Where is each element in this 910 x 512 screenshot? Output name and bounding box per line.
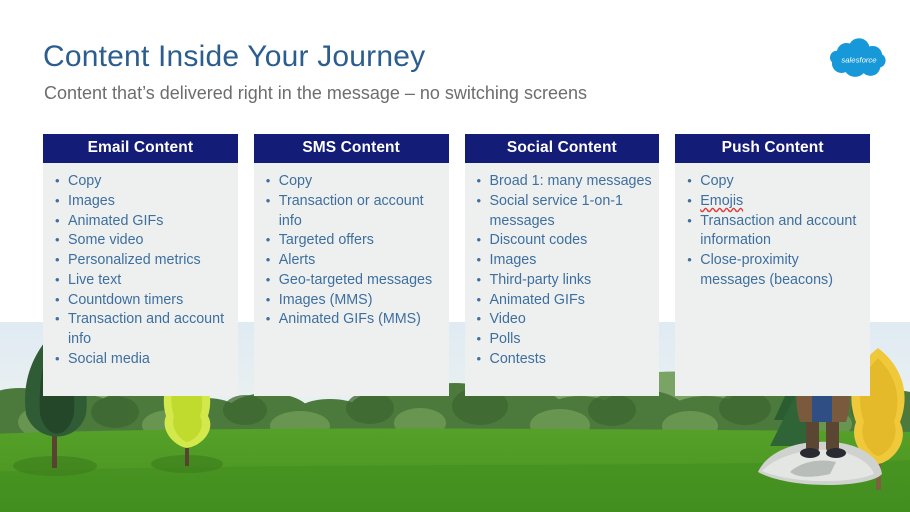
list-item: Countdown timers: [49, 291, 232, 311]
column-header-push: Push Content: [675, 134, 870, 164]
list-item-misspelled: Emojis: [681, 192, 864, 212]
bullet-list-push: Copy Emojis Transaction and account info…: [681, 172, 864, 290]
list-item: Images (MMS): [260, 291, 443, 311]
column-header-social: Social Content: [464, 134, 660, 164]
list-item: Contests: [471, 350, 654, 370]
list-item: Animated GIFs: [49, 212, 232, 232]
slide-canvas: Content Inside Your Journey Content that…: [0, 0, 910, 512]
list-item: Animated GIFs: [471, 291, 654, 311]
salesforce-wordmark: salesforce: [841, 55, 876, 64]
column-social: Social Content Broad 1: many messages So…: [464, 134, 660, 396]
list-item: Discount codes: [471, 231, 654, 251]
list-item: Broad 1: many messages: [471, 172, 654, 192]
list-item: Third-party links: [471, 271, 654, 291]
list-item: Live text: [49, 271, 232, 291]
column-sms: SMS Content Copy Transaction or account …: [253, 134, 449, 396]
list-item: Video: [471, 310, 654, 330]
column-email: Email Content Copy Images Animated GIFs …: [43, 134, 238, 396]
content-columns: Email Content Copy Images Animated GIFs …: [43, 134, 870, 396]
column-body-social: Broad 1: many messages Social service 1-…: [464, 163, 660, 396]
list-item: Transaction and account information: [681, 212, 864, 251]
list-item: Geo-targeted messages: [260, 271, 443, 291]
list-item: Copy: [260, 172, 443, 192]
column-push: Push Content Copy Emojis Transaction and…: [675, 134, 870, 396]
list-item: Personalized metrics: [49, 251, 232, 271]
list-item: Copy: [681, 172, 864, 192]
salesforce-logo-icon: salesforce: [830, 38, 886, 77]
list-item: Close-proximity messages (beacons): [681, 251, 864, 290]
list-item: Copy: [49, 172, 232, 192]
bullet-list-email: Copy Images Animated GIFs Some video Per…: [49, 172, 232, 369]
list-item: Social media: [49, 350, 232, 370]
list-item: Images: [49, 192, 232, 212]
list-item: Images: [471, 251, 654, 271]
list-item: Social service 1-on-1 messages: [471, 192, 654, 231]
list-item: Polls: [471, 330, 654, 350]
column-header-email: Email Content: [43, 134, 238, 164]
bullet-list-social: Broad 1: many messages Social service 1-…: [471, 172, 654, 369]
list-item: Transaction or account info: [260, 192, 443, 231]
column-body-push: Copy Emojis Transaction and account info…: [675, 163, 870, 396]
page-title: Content Inside Your Journey: [43, 40, 426, 73]
list-item: Some video: [49, 231, 232, 251]
bullet-list-sms: Copy Transaction or account info Targete…: [260, 172, 443, 330]
column-header-sms: SMS Content: [253, 134, 449, 164]
column-body-email: Copy Images Animated GIFs Some video Per…: [43, 163, 238, 396]
list-item: Alerts: [260, 251, 443, 271]
page-subtitle: Content that’s delivered right in the me…: [44, 83, 587, 103]
list-item: Animated GIFs (MMS): [260, 310, 443, 330]
list-item: Targeted offers: [260, 231, 443, 251]
list-item: Transaction and account info: [49, 310, 232, 349]
column-body-sms: Copy Transaction or account info Targete…: [253, 163, 449, 396]
